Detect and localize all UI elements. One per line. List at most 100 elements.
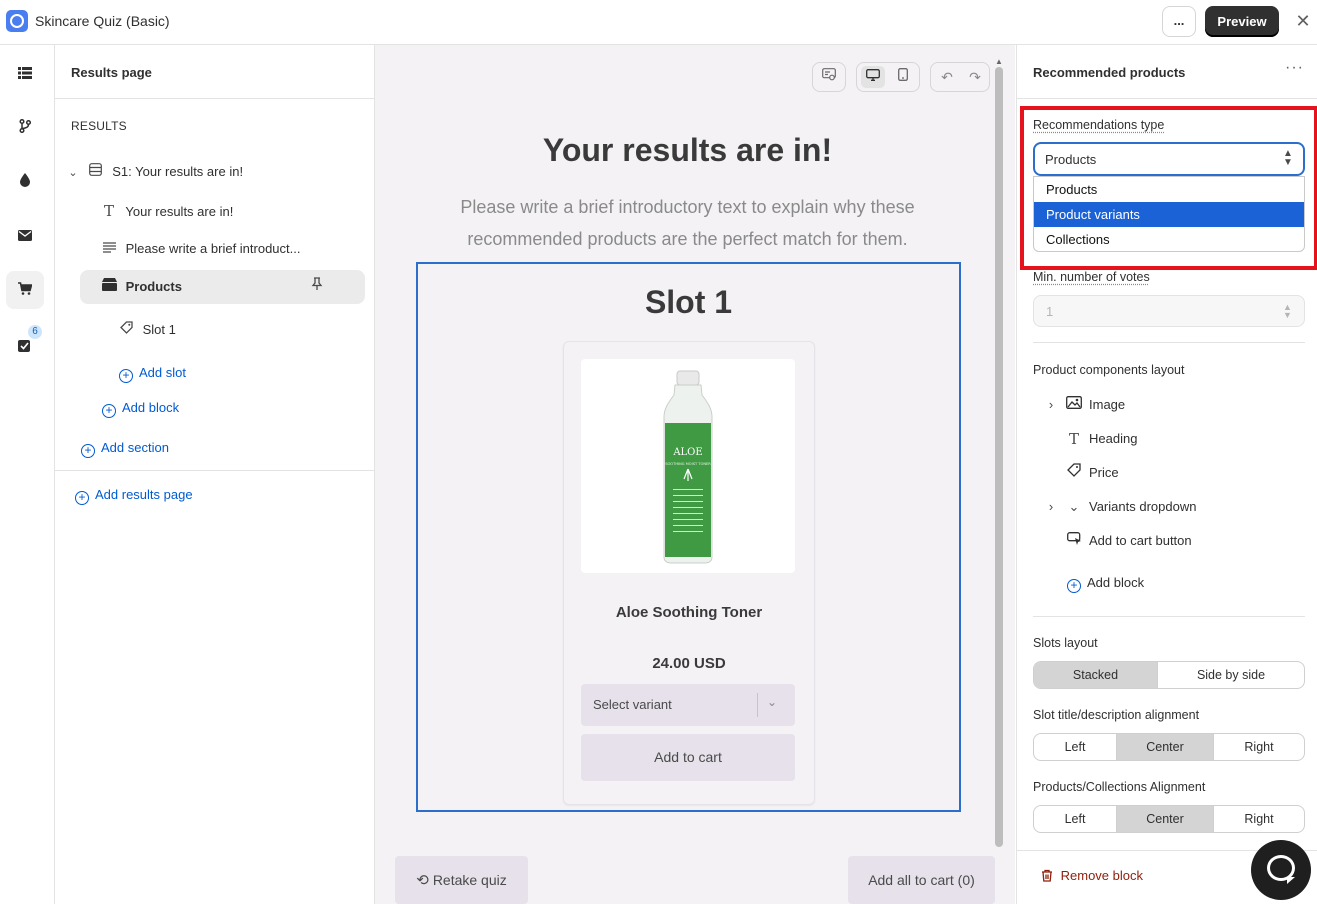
rail-logic-icon[interactable] [6,109,44,147]
add-section-label: Add section [101,440,169,455]
remove-block-label: Remove block [1060,868,1143,883]
redo-icon[interactable]: ↷ [963,66,987,88]
divider [1033,342,1305,343]
slots-layout-stacked[interactable]: Stacked [1034,662,1158,688]
tree-header: Results page [71,65,152,80]
results-heading: Your results are in! [542,132,833,168]
add-block-label: Add block [122,400,180,415]
plus-circle-icon: + [75,491,89,505]
min-votes-value: 1 [1046,304,1054,319]
rail-theme-icon[interactable] [6,163,44,201]
slot-align-center[interactable]: Center [1117,734,1214,760]
undo-icon[interactable]: ↶ [935,66,959,88]
divider [55,98,374,99]
chevron-down-icon[interactable]: ⌄ [67,163,79,183]
tree-item-label: Please write a brief introduct... [125,241,301,256]
chevron-down-icon: ⌄ [1068,499,1080,514]
history-toolgroup: ↶ ↷ [930,62,990,92]
variant-select-value: Select variant [593,697,672,712]
component-image[interactable]: › Image [1045,395,1295,415]
tree-item-heading[interactable]: T Your results are in! [100,201,233,221]
rail-questions-icon[interactable] [6,55,44,93]
retake-quiz-button[interactable]: ⟲ Retake quiz [395,856,528,904]
mobile-view-icon[interactable] [891,66,915,88]
add-to-cart-button[interactable]: Add to cart [581,734,795,781]
tree-item-section[interactable]: ⌄ S1: Your results are in! [67,162,243,182]
plus-circle-icon: + [1067,579,1081,593]
products-align-right[interactable]: Right [1214,806,1304,832]
more-actions-button[interactable]: ... [1162,6,1196,37]
component-heading[interactable]: T Heading [1045,429,1295,449]
slot-alignment-toggle: Left Center Right [1033,733,1305,761]
heading-icon: T [103,202,114,220]
divider [1033,616,1305,617]
tree-item-products[interactable]: Products [100,277,182,297]
bottle-label-text: ALOE [672,447,702,458]
rail-email-icon[interactable] [6,217,44,255]
app-title: Skincare Quiz (Basic) [35,13,170,29]
panel-add-block-button[interactable]: + Add block [1067,573,1144,593]
add-block-button[interactable]: + Add block [102,398,179,418]
cursor-button-icon [1065,531,1083,551]
checklist-count-badge: 6 [28,325,42,339]
component-add-to-cart[interactable]: Add to cart button [1045,531,1295,551]
retake-label: Retake quiz [432,872,507,888]
heading-icon: T [1068,430,1079,448]
slot-align-left[interactable]: Left [1034,734,1117,760]
component-price[interactable]: Price [1045,463,1295,483]
chevron-up-down-icon: ▲ ▼ [1283,302,1292,320]
remove-block-button[interactable]: Remove block [1041,868,1143,883]
pin-icon[interactable] [311,277,323,297]
tree-item-text[interactable]: Please write a brief introduct... [100,239,300,259]
results-tree-panel: Results page RESULTS ⌄ S1: Your results … [55,45,375,904]
tree-item-slot[interactable]: Slot 1 [117,320,176,340]
add-results-page-button[interactable]: + Add results page [75,485,193,505]
text-lines-icon [100,239,118,259]
variant-select[interactable]: Select variant ⌄ [581,684,795,726]
component-variants-dropdown[interactable]: › ⌄ Variants dropdown [1045,497,1295,517]
scroll-up-icon[interactable]: ▲ [995,57,1003,66]
results-section-label: RESULTS [71,119,127,133]
slots-layout-side-by-side[interactable]: Side by side [1158,662,1304,688]
slot-align-right[interactable]: Right [1214,734,1304,760]
rail-checklist-icon[interactable]: 6 [6,325,44,363]
app-logo-icon [6,10,28,32]
add-block-label: Add block [1087,575,1145,590]
tag-icon [117,320,135,340]
chevron-right-icon[interactable]: › [1045,497,1057,517]
trash-icon [1041,868,1061,883]
rail-products-icon[interactable] [6,271,44,309]
chat-widget-button[interactable] [1251,840,1311,900]
component-label: Image [1089,397,1126,412]
component-label: Variants dropdown [1089,499,1197,514]
inspect-icon[interactable] [817,66,841,88]
slot-block-frame[interactable]: Slot 1 ALOE SOOTHING MOIST TONER Aloe So… [416,262,961,812]
products-alignment-toggle: Left Center Right [1033,805,1305,833]
plus-circle-icon: + [119,369,133,383]
products-align-center[interactable]: Center [1117,806,1214,832]
add-slot-button[interactable]: + Add slot [119,363,186,383]
preview-button[interactable]: Preview [1205,6,1279,37]
close-icon[interactable]: ✕ [1293,11,1313,31]
device-toolgroup [856,62,920,92]
chevron-right-icon[interactable]: › [1045,395,1057,415]
product-card[interactable]: ALOE SOOTHING MOIST TONER Aloe Soothing … [563,341,815,805]
top-bar: Skincare Quiz (Basic) ... Preview ✕ [0,0,1317,45]
tree-item-label: S1: Your results are in! [112,164,244,179]
add-results-page-label: Add results page [95,487,193,502]
inspector-toolgroup [812,62,846,92]
price-tag-icon [1065,463,1083,483]
min-votes-label: Min. number of votes [1033,270,1150,284]
plus-circle-icon: + [102,404,116,418]
image-icon [1065,395,1083,415]
canvas-scrollbar[interactable] [995,67,1003,847]
products-align-left[interactable]: Left [1034,806,1117,832]
add-section-button[interactable]: + Add section [81,438,169,458]
component-label: Add to cart button [1089,533,1192,548]
tree-item-label: Products [125,279,182,294]
add-all-to-cart-button[interactable]: Add all to cart (0) [848,856,995,904]
preview-canvas: ↶ ↷ ▲ Your results are in! Please write … [375,45,1015,904]
min-votes-input[interactable]: 1 ▲ ▼ [1033,295,1305,327]
more-horizontal-icon[interactable]: ··· [1285,59,1304,77]
desktop-view-icon[interactable] [861,66,885,88]
